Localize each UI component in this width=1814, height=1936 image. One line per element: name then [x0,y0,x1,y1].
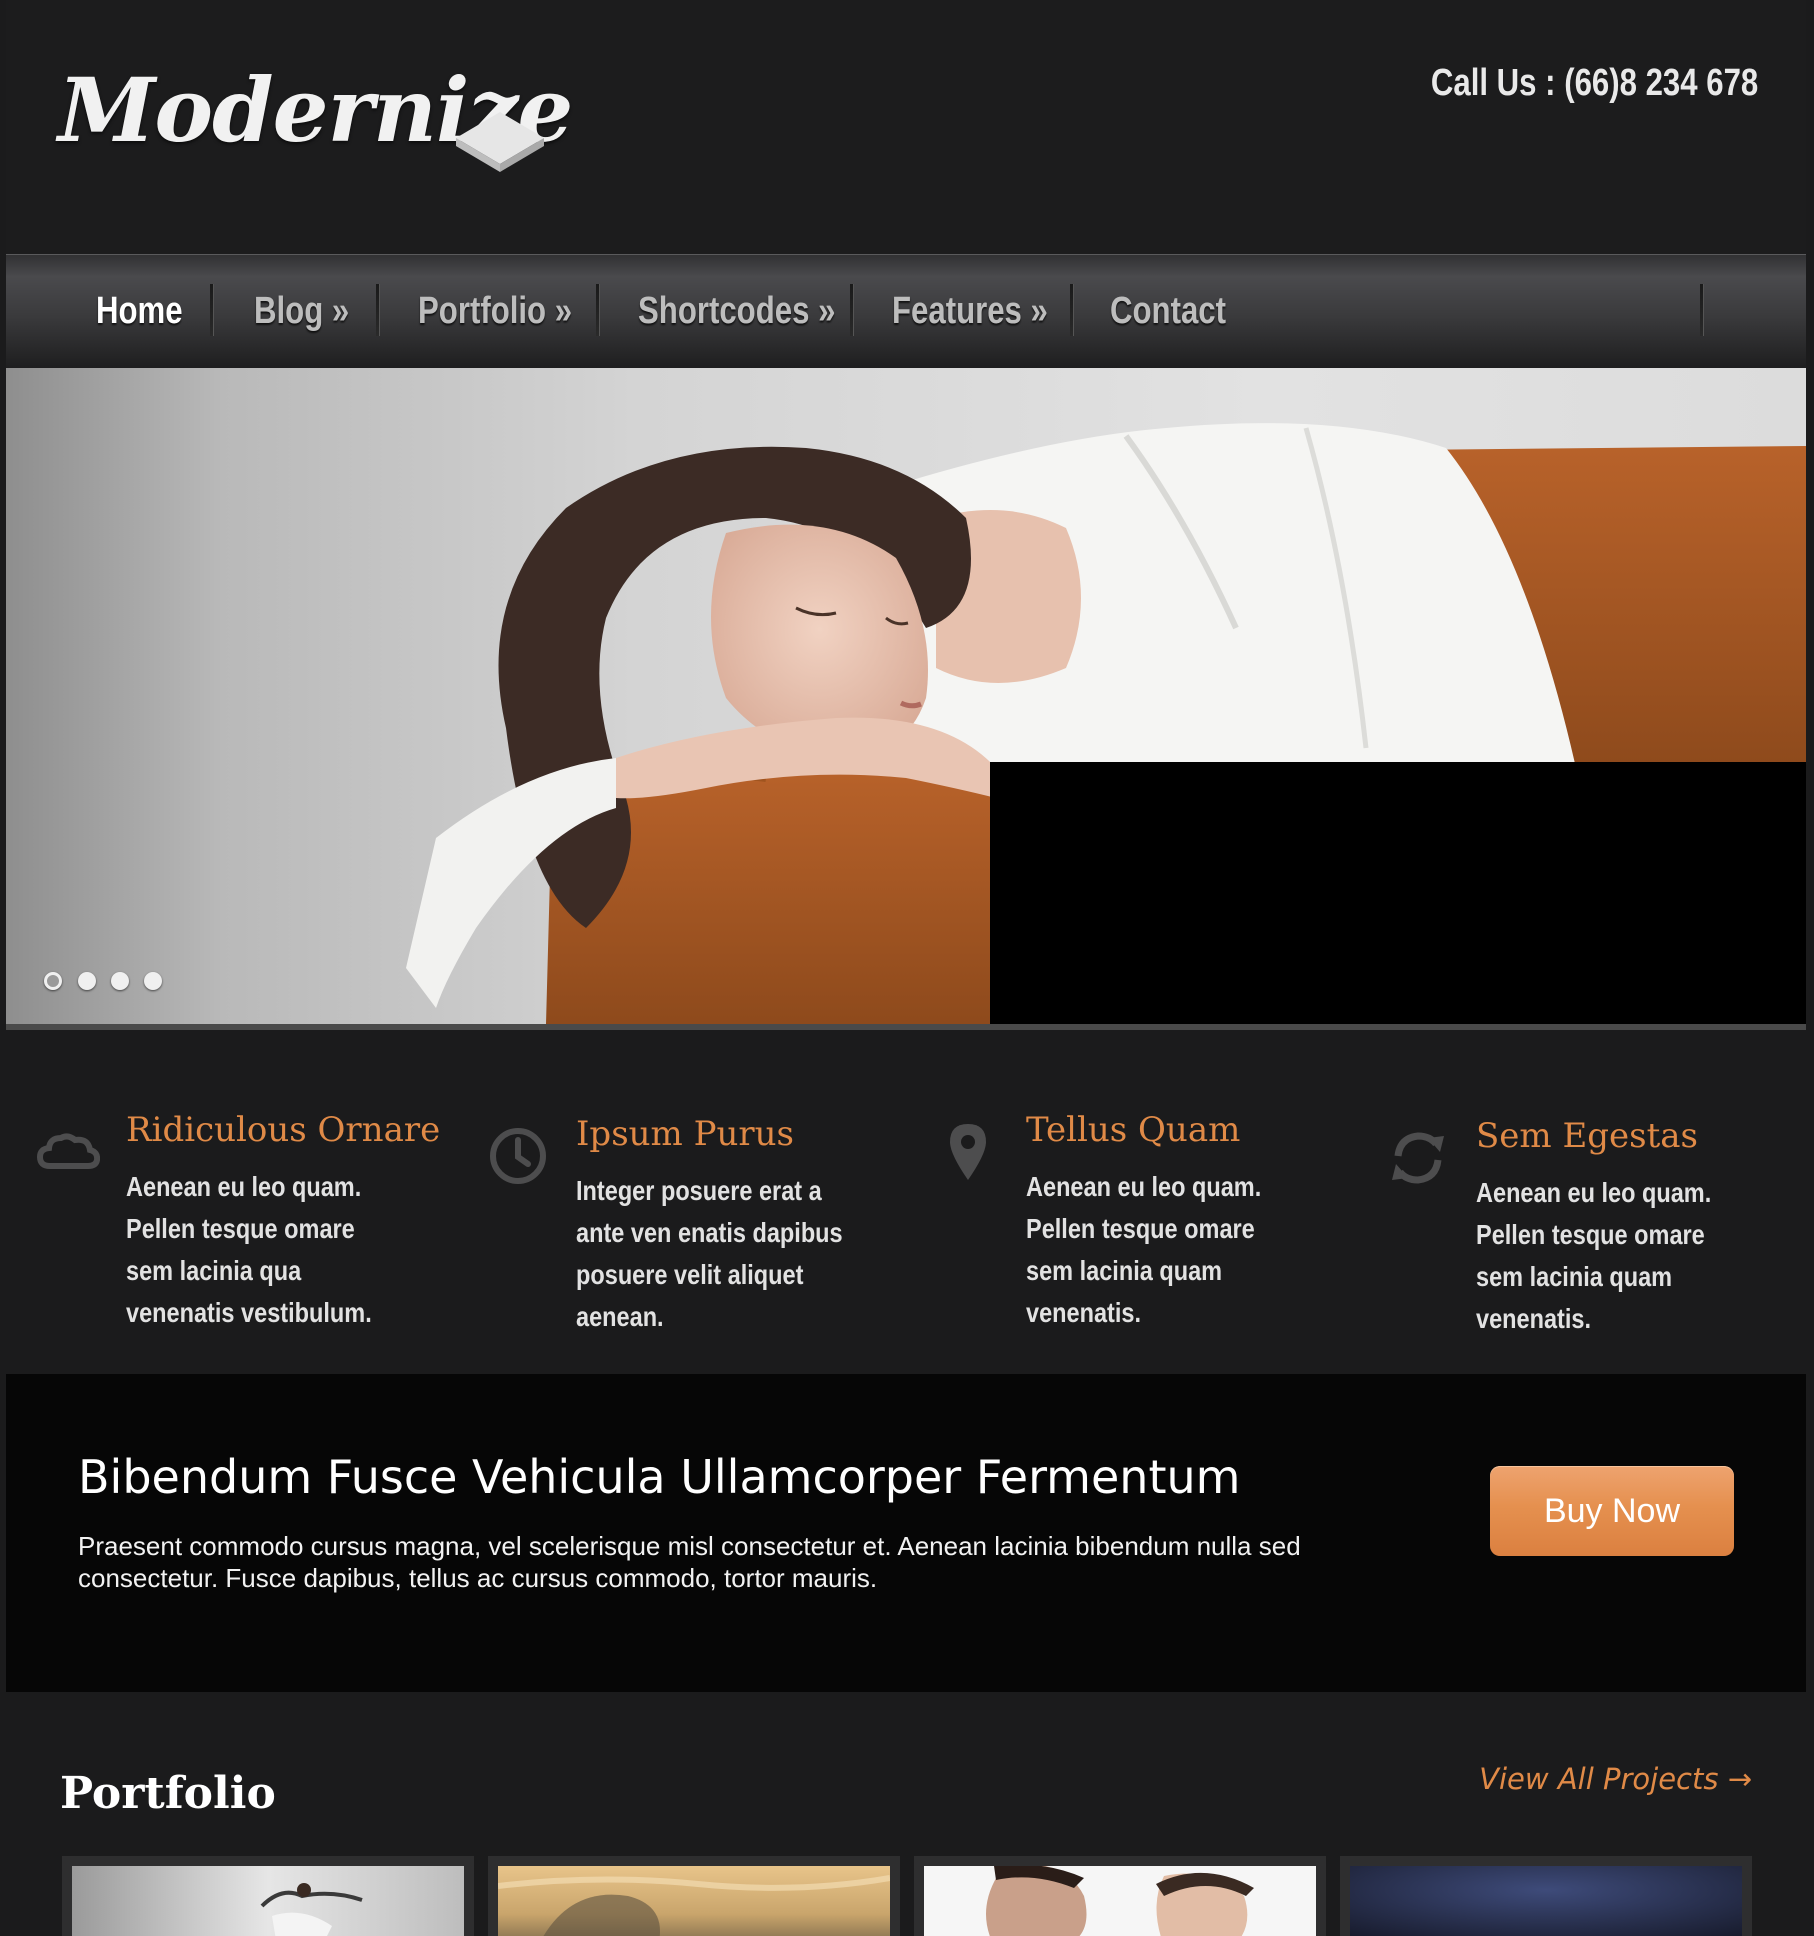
map-pin-icon [950,1124,986,1180]
slider-dot-4[interactable] [144,972,162,990]
nav-divider [1070,284,1074,336]
features-section: Ridiculous Ornare Aenean eu leo quam. Pe… [6,1030,1806,1374]
nav-features[interactable]: Features » [892,254,1048,368]
portfolio-thumbnail[interactable] [488,1856,900,1936]
portfolio-title: Portfolio [60,1768,276,1819]
main-nav: Home Blog » Portfolio » Shortcodes » Fea… [6,254,1806,368]
buy-now-button[interactable]: Buy Now [1490,1466,1734,1556]
clock-icon [490,1128,546,1184]
portfolio-section: Portfolio View All Projects → [6,1692,1806,1936]
nav-shortcodes[interactable]: Shortcodes » [638,254,835,368]
feature-text: Integer posuere erat a ante ven enatis d… [576,1175,843,1332]
site-header: Modernize Call Us : (66)8 234 678 [6,0,1806,254]
nav-portfolio[interactable]: Portfolio » [418,254,572,368]
portfolio-image [72,1866,464,1936]
nav-divider [210,284,214,336]
slider-dot-1[interactable] [44,972,62,990]
cloud-icon [36,1133,100,1169]
hero-slider[interactable] [6,368,1806,1024]
feature-title: Sem Egestas [1476,1116,1698,1156]
cta-title: Bibendum Fusce Vehicula Ullamcorper Ferm… [78,1450,1241,1504]
nav-divider [596,284,600,336]
layers-logo-icon [456,112,544,172]
cta-banner: Bibendum Fusce Vehicula Ullamcorper Ferm… [6,1374,1806,1692]
portfolio-thumbnail[interactable] [914,1856,1326,1936]
page: Modernize Call Us : (66)8 234 678 Home B… [0,0,1814,1936]
feature-title: Ridiculous Ornare [126,1110,441,1150]
portfolio-thumbnail[interactable] [1340,1856,1752,1936]
cta-text: Praesent commodo cursus magna, vel scele… [78,1531,1301,1593]
portfolio-image [924,1866,1316,1936]
portfolio-image [1350,1866,1742,1936]
feature-title: Ipsum Purus [576,1114,794,1154]
feature-text: Aenean eu leo quam. Pellen tesque omare … [126,1171,372,1328]
slider-dot-2[interactable] [78,972,96,990]
feature-text: Aenean eu leo quam. Pellen tesque omare … [1476,1177,1712,1334]
portfolio-thumbnail[interactable] [62,1856,474,1936]
feature-title: Tellus Quam [1026,1110,1241,1150]
slider-dot-3[interactable] [111,972,129,990]
nav-divider [850,284,854,336]
hero-caption-box [990,762,1806,1024]
nav-blog[interactable]: Blog » [254,254,349,368]
feature-text: Aenean eu leo quam. Pellen tesque omare … [1026,1171,1262,1328]
call-us-text: Call Us : (66)8 234 678 [1430,62,1758,104]
nav-divider [1700,284,1704,336]
nav-contact[interactable]: Contact [1110,254,1226,368]
refresh-icon [1392,1132,1444,1184]
portfolio-image [498,1866,890,1936]
nav-home[interactable]: Home [96,254,183,368]
view-all-projects-link[interactable]: View All Projects → [1479,1762,1752,1796]
nav-divider [376,284,380,336]
